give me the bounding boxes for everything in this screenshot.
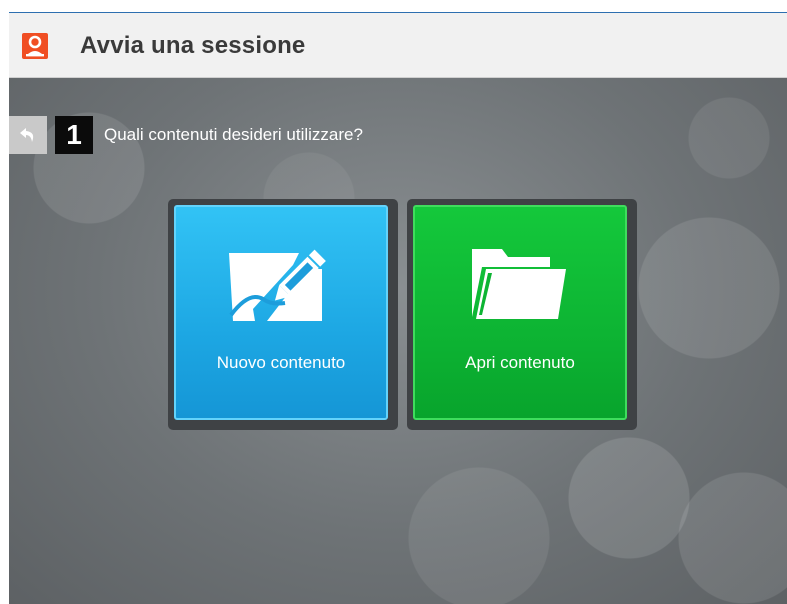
session-window: Avvia una sessione 1 Quali contenuti des… bbox=[9, 12, 787, 604]
new-content-button[interactable]: Nuovo contenuto bbox=[174, 205, 388, 420]
back-button[interactable] bbox=[9, 116, 47, 154]
open-content-label: Apri contenuto bbox=[465, 353, 575, 372]
title-bar: Avvia una sessione bbox=[9, 13, 787, 78]
back-arrow-icon bbox=[20, 128, 34, 142]
new-content-label: Nuovo contenuto bbox=[216, 353, 346, 372]
step-question: Quali contenuti desideri utilizzare? bbox=[104, 125, 363, 144]
open-content-tile-frame: Apri contenuto bbox=[407, 199, 637, 430]
user-icon bbox=[22, 33, 48, 59]
open-folder-icon bbox=[472, 249, 566, 319]
open-content-button[interactable]: Apri contenuto bbox=[413, 205, 627, 420]
content-area: 1 Quali contenuti desideri utilizzare? N… bbox=[9, 78, 787, 604]
window-title: Avvia una sessione bbox=[80, 32, 306, 59]
step-number-badge: 1 bbox=[55, 116, 93, 154]
pen-on-paper-icon bbox=[229, 249, 326, 321]
new-content-tile-frame: Nuovo contenuto bbox=[168, 199, 398, 430]
